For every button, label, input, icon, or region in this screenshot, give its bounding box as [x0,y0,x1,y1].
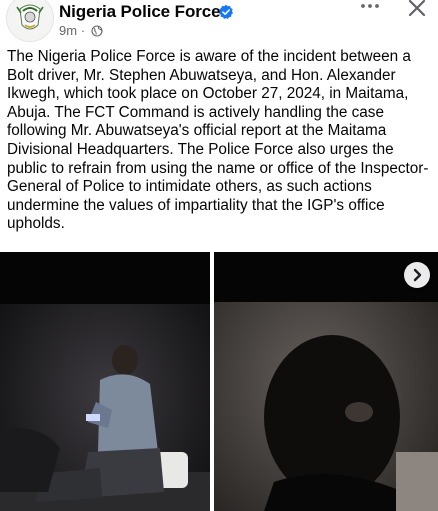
media-video-1[interactable] [0,252,210,511]
page-name[interactable]: Nigeria Police Force [59,2,221,22]
media-video-2[interactable] [214,252,438,511]
post-header: Nigeria Police Force 9m · [0,0,438,44]
post-body-text: The Nigeria Police Force is aware of the… [7,48,429,233]
globe-icon [91,25,103,37]
more-options-icon[interactable] [358,0,382,18]
post-meta: 9m · [59,23,103,38]
police-crest-icon [7,0,53,41]
close-icon[interactable] [403,0,431,22]
chevron-right-icon [413,268,422,282]
verified-badge-icon [219,4,233,19]
meta-separator: · [80,23,86,38]
video-thumbnail-2 [214,252,438,511]
media-next-button[interactable] [404,262,430,288]
video-thumbnail-1 [0,252,210,511]
post-timestamp[interactable]: 9m [59,23,77,38]
page-avatar[interactable] [6,0,54,42]
